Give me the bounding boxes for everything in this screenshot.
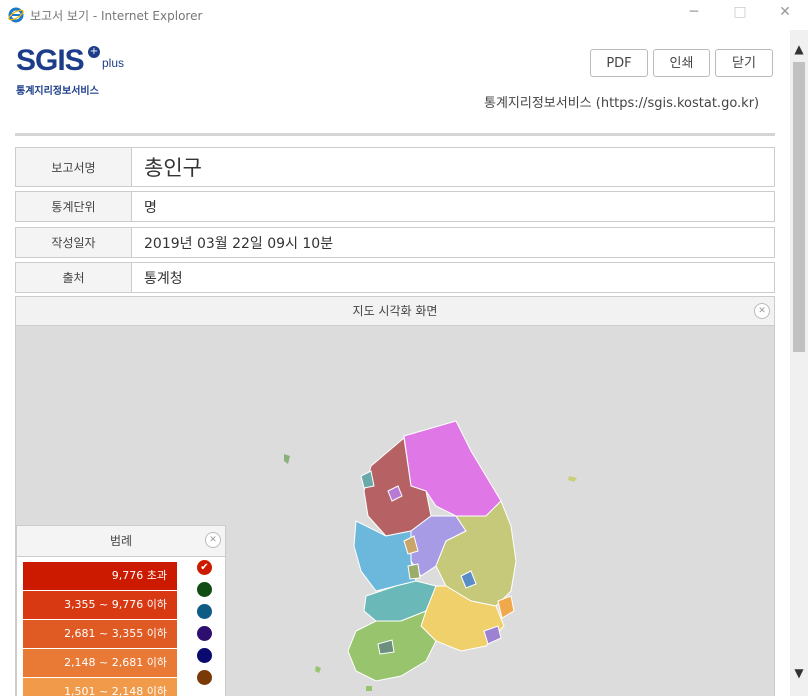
palette-swatch[interactable] [197,626,212,641]
island-region [284,454,290,464]
scroll-down-icon[interactable]: ▼ [790,666,808,680]
daejeon-region[interactable] [407,563,421,580]
logo-text: SGIS [16,44,85,77]
island-region [568,476,577,482]
legend-bar-5[interactable]: 1,501 ~ 2,148 이하 [23,678,177,696]
report-name-label: 보고서명 [16,148,132,186]
sgis-logo: SGIS + plus 통계지리정보서비스 [16,44,124,97]
divider [15,133,775,136]
report-content: SGIS + plus 통계지리정보서비스 PDF 인쇄 닫기 통계지리정보서비… [0,30,790,696]
legend-panel: 범례 ✕ 9,776 초과 3,355 ~ 9,776 이하 2,681 ~ 3… [16,525,226,696]
window-title: 보고서 보기 - Internet Explorer [30,9,203,23]
island-region [315,666,321,673]
logo-subtitle: 통계지리정보서비스 [16,86,99,97]
legend-bar-2[interactable]: 3,355 ~ 9,776 이하 [23,591,177,619]
date-value: 2019년 03월 22일 09시 10분 [144,235,334,252]
ie-logo-icon [8,7,24,23]
scroll-thumb[interactable] [793,62,805,352]
unit-label: 통계단위 [16,192,132,221]
legend-close-icon[interactable]: ✕ [205,532,221,548]
pdf-button[interactable]: PDF [590,49,648,77]
palette-swatch[interactable] [197,648,212,663]
unit-value: 명 [144,199,157,216]
maximize-button[interactable]: □ [730,4,750,20]
legend-title: 범례 [17,526,225,557]
plus-icon: + [88,46,100,58]
print-button[interactable]: 인쇄 [653,49,710,77]
legend-bar-3[interactable]: 2,681 ~ 3,355 이하 [23,620,177,648]
legend-scale: 9,776 초과 3,355 ~ 9,776 이하 2,681 ~ 3,355 … [23,562,177,696]
source-label: 출처 [16,263,132,292]
date-row: 작성일자 2019년 03월 22일 09시 10분 [15,227,775,258]
palette-swatch[interactable] [197,582,212,597]
source-row: 출처 통계청 [15,262,775,293]
close-window-button[interactable]: ✕ [775,4,795,20]
vertical-scrollbar[interactable]: ▲ ▼ [790,30,808,696]
legend-bar-1[interactable]: 9,776 초과 [23,562,177,590]
map-title: 지도 시각화 화면 [16,297,774,326]
close-button[interactable]: 닫기 [715,49,773,77]
palette-swatch[interactable] [197,604,212,619]
legend-bar-4[interactable]: 2,148 ~ 2,681 이하 [23,649,177,677]
report-name-row: 보고서명 총인구 [15,147,775,187]
map-close-icon[interactable]: ✕ [754,303,770,319]
scroll-up-icon[interactable]: ▲ [790,42,808,56]
report-name-value: 총인구 [144,156,202,180]
map-panel: 지도 시각화 화면 ✕ 범례 ✕ 9,776 초과 3,355 ~ 9,776 … [15,296,775,696]
date-label: 작성일자 [16,228,132,257]
unit-row: 통계단위 명 [15,191,775,222]
logo-plus: plus [102,56,125,70]
palette-swatch[interactable] [197,670,212,685]
site-url: 통계지리정보서비스 (https://sgis.kostat.go.kr) [484,96,760,111]
minimize-button[interactable]: ─ [684,4,704,20]
window-titlebar: 보고서 보기 - Internet Explorer ─ □ ✕ [0,0,808,30]
palette-selected-check-icon[interactable]: ✔ [197,560,212,575]
island-region [366,686,372,691]
source-value: 통계청 [144,270,183,287]
